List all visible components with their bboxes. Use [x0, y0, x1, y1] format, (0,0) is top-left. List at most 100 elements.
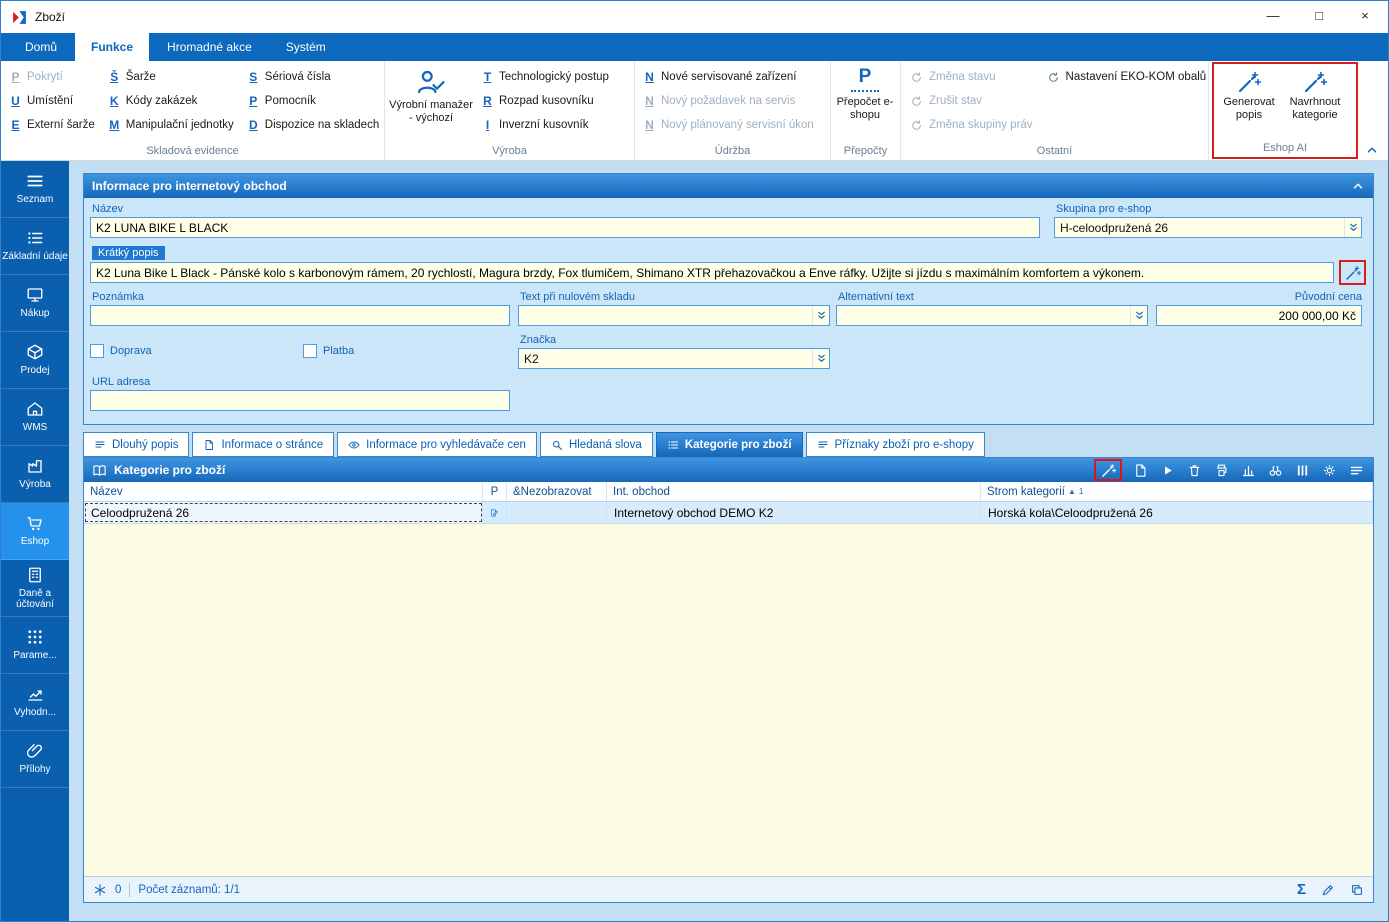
poznamka-input[interactable] — [90, 305, 510, 326]
dropdown-button[interactable] — [1130, 306, 1147, 325]
chart-button[interactable] — [1239, 461, 1257, 479]
minimize-button[interactable]: — — [1250, 1, 1296, 30]
sidebar-item-prodej[interactable]: Prodej — [1, 332, 69, 389]
kratky-popis-input[interactable] — [90, 262, 1334, 283]
dropdown-button[interactable] — [1344, 218, 1361, 237]
close-button[interactable]: × — [1342, 1, 1388, 30]
ribbon-item-kody-zakazek[interactable]: KKódy zakázek — [102, 89, 241, 113]
ribbon-item-nastaveni-eko-kom[interactable]: Nastavení EKO-KOM obalů — [1040, 65, 1214, 89]
ribbon-tab-hromadne-akce[interactable]: Hromadné akce — [151, 33, 268, 61]
menu-icon — [1349, 463, 1364, 478]
ribbon-bigbutton-prepocet-eshopu[interactable]: P Přepočet e-shopu — [833, 63, 897, 143]
tab-kategorie-pro-zbozi[interactable]: Kategorie pro zboží — [656, 432, 803, 457]
flag-count: 0 — [115, 884, 121, 896]
new-record-button[interactable] — [1131, 461, 1149, 479]
sidebar-item-prilohy[interactable]: Přílohy — [1, 731, 69, 788]
tab-hledana-slova[interactable]: Hledaná slova — [540, 432, 653, 457]
cell-nezobrazovat[interactable] — [507, 502, 607, 523]
sum-button[interactable]: Σ — [1297, 881, 1306, 898]
dropdown-button[interactable] — [812, 306, 829, 325]
sidebar-item-nakup[interactable]: Nákup — [1, 275, 69, 332]
ribbon-collapse-icon[interactable] — [1365, 143, 1379, 157]
ribbon-item-inverzni-kusovnik[interactable]: IInverzní kusovník — [475, 113, 616, 137]
text-nulovy-combo[interactable] — [518, 305, 830, 326]
search-button[interactable] — [1266, 461, 1284, 479]
tab-informace-pro-vyhledavace-cen[interactable]: Informace pro vyhledávače cen — [337, 432, 537, 457]
ribbon-item-sarze[interactable]: ŠŠarže — [102, 65, 241, 89]
settings-button[interactable] — [1320, 461, 1338, 479]
maximize-button[interactable]: □ — [1296, 1, 1342, 30]
ribbon-item-technologicky-postup[interactable]: TTechnologický postup — [475, 65, 616, 89]
doprava-checkbox[interactable] — [90, 344, 104, 358]
generate-description-wand-button[interactable] — [1339, 260, 1366, 285]
snowflake-icon[interactable] — [93, 883, 107, 897]
sidebar-item-dane-a-uctovani[interactable]: Daně a účtování — [1, 560, 69, 617]
ribbon-group-label: Údržba — [637, 143, 828, 160]
ribbon-tab-funkce[interactable]: Funkce — [75, 33, 149, 61]
column-header-strom-kategorii[interactable]: Strom kategorií▲1 — [981, 482, 1373, 501]
cell-p[interactable] — [483, 502, 507, 523]
ribbon-item-manipulacni-jednotky[interactable]: MManipulační jednotky — [102, 113, 241, 137]
binoculars-icon — [1268, 463, 1283, 478]
status-bar-tools: Σ — [1297, 881, 1364, 898]
text-lines-icon — [94, 439, 106, 451]
sidebar-item-wms[interactable]: WMS — [1, 389, 69, 446]
nazev-input[interactable] — [90, 217, 1040, 238]
ribbon-tab-system[interactable]: Systém — [270, 33, 342, 61]
ribbon-item-rozpad-kusovniku[interactable]: RRozpad kusovníku — [475, 89, 616, 113]
doprava-label: Doprava — [110, 345, 152, 357]
sidebar-item-seznam[interactable]: Seznam — [1, 161, 69, 218]
ribbon-item-dispozice[interactable]: DDispozice na skladech — [241, 113, 386, 137]
column-header-int-obchod[interactable]: Int. obchod — [607, 482, 981, 501]
eshop-info-panel: Informace pro internetový obchod Název S… — [83, 173, 1374, 425]
ai-categories-wand-button[interactable] — [1094, 459, 1122, 481]
sidebar-item-vyhodnoceni[interactable]: Vyhodn... — [1, 674, 69, 731]
columns-button[interactable] — [1293, 461, 1311, 479]
divider — [129, 883, 130, 897]
nazev-label: Název — [92, 203, 123, 215]
tab-informace-o-strance[interactable]: Informace o stránce — [192, 432, 334, 457]
panel-menu-button[interactable] — [1347, 461, 1365, 479]
ribbon-bigbutton-vyrobni-manazer[interactable]: Výrobní manažer - výchozí — [387, 63, 475, 143]
skupina-label: Skupina pro e-shop — [1056, 203, 1151, 215]
ribbon-tab-bar: Domů Funkce Hromadné akce Systém — [1, 33, 1388, 61]
collapse-panel-icon[interactable] — [1351, 179, 1365, 193]
skupina-combo[interactable]: H-celoodpružená 26 — [1054, 217, 1362, 238]
delete-button[interactable] — [1185, 461, 1203, 479]
ribbon-item-nove-servisovane-zarizeni[interactable]: NNové servisované zařízení — [637, 65, 821, 89]
platba-checkbox[interactable] — [303, 344, 317, 358]
ribbon-item-zrusit-stav: Zrušit stav — [903, 89, 1040, 113]
cell-nazev[interactable]: Celoodpružená 26 — [84, 502, 483, 523]
sidebar-item-zakladni-udaje[interactable]: Základní údaje — [1, 218, 69, 275]
tab-dlouhy-popis[interactable]: Dlouhý popis — [83, 432, 189, 457]
sidebar-item-parametry[interactable]: Parame... — [1, 617, 69, 674]
cell-strom-kategorii[interactable]: Horská kola\Celoodpružená 26 — [981, 502, 1373, 523]
run-button[interactable] — [1158, 461, 1176, 479]
gear-icon — [1322, 463, 1337, 478]
cell-int-obchod[interactable]: Internetový obchod DEMO K2 — [607, 502, 981, 523]
ribbon-item-umisteni[interactable]: UUmístění — [3, 89, 102, 113]
url-adresa-input[interactable] — [90, 390, 510, 411]
ribbon-item-pomocnik[interactable]: PPomocník — [241, 89, 386, 113]
tab-priznaky-zbozi[interactable]: Příznaky zboží pro e-shopy — [806, 432, 985, 457]
generovat-popis-button[interactable]: Generovat popis — [1216, 66, 1282, 140]
znacka-combo[interactable]: K2 — [518, 348, 830, 369]
alternativni-text-combo[interactable] — [836, 305, 1148, 326]
sidebar-item-eshop[interactable]: Eshop — [1, 503, 69, 560]
column-header-p[interactable]: P — [483, 482, 507, 501]
table-row[interactable]: Celoodpružená 26 Internetový obchod DEMO… — [84, 502, 1373, 524]
pencil-icon[interactable] — [1321, 883, 1335, 897]
column-header-nazev[interactable]: Název — [84, 482, 483, 501]
copy-icon[interactable] — [1350, 883, 1364, 897]
navrhnout-kategorie-button[interactable]: Navrhnout kategorie — [1282, 66, 1348, 140]
sidebar-item-vyroba[interactable]: Výroba — [1, 446, 69, 503]
ribbon-tab-domu[interactable]: Domů — [9, 33, 73, 61]
ribbon-item-externi-sarze[interactable]: EExterní šarže — [3, 113, 102, 137]
puvodni-cena-input[interactable] — [1156, 305, 1362, 326]
dropdown-button[interactable] — [812, 349, 829, 368]
print-button[interactable] — [1212, 461, 1230, 479]
ribbon-item-seriova-cisla[interactable]: SSériová čísla — [241, 65, 386, 89]
column-header-nezobrazovat[interactable]: &Nezobrazovat — [507, 482, 607, 501]
list-icon — [667, 439, 679, 451]
ribbon-group-prepocty: P Přepočet e-shopu Přepočty — [831, 61, 901, 160]
